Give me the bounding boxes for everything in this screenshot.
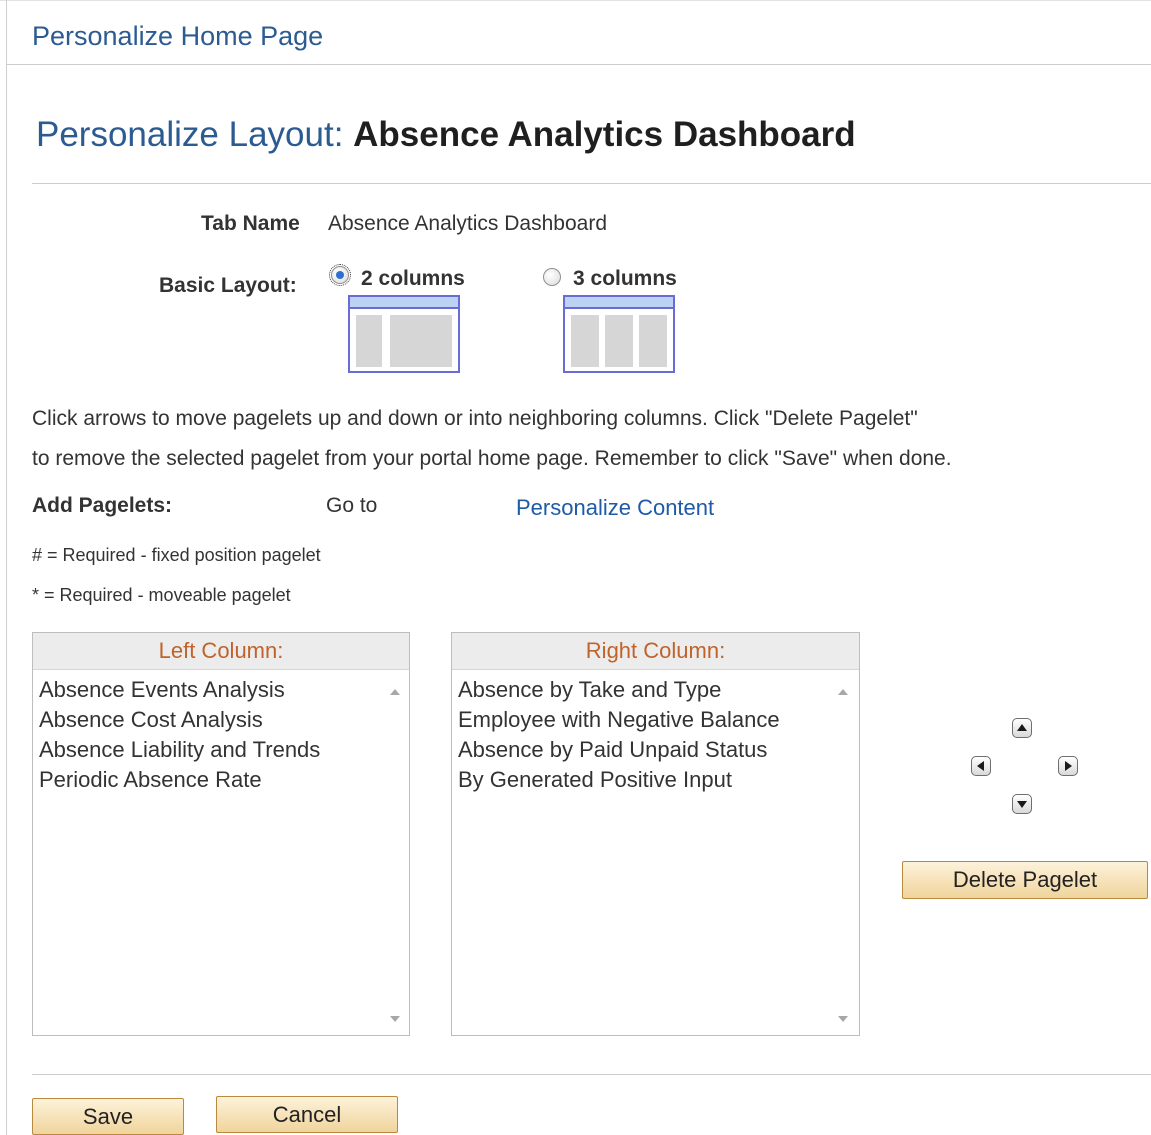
thumbnail-header-bar [565,297,673,309]
arrow-up-icon [1017,724,1027,731]
title-divider [32,183,1151,184]
left-border [6,0,7,1135]
move-left-button[interactable] [971,756,991,776]
thumbnail-column [571,315,599,367]
layout-title-name: Absence Analytics Dashboard [353,115,856,154]
right-column-list[interactable]: Absence by Take and Type Employee with N… [458,675,780,795]
legend-fixed: # = Required - fixed position pagelet [32,545,321,565]
go-to-text: Go to [326,494,378,517]
left-column-box: Left Column: Absence Events Analysis Abs… [32,632,410,1036]
scroll-up-arrow-icon[interactable] [838,689,848,695]
move-up-button[interactable] [1012,718,1032,738]
scroll-down-arrow-icon[interactable] [838,1016,848,1022]
radio-3-columns[interactable] [543,268,561,286]
layout-title-prefix: Personalize Layout: [36,115,344,154]
radio-selected-dot [336,271,344,279]
cancel-button[interactable]: Cancel [216,1096,398,1133]
thumbnail-header-bar [350,297,458,309]
move-right-button[interactable] [1058,756,1078,776]
radio-2-columns-label[interactable]: 2 columns [361,267,465,291]
list-item[interactable]: Employee with Negative Balance [458,705,780,735]
list-item[interactable]: Absence Liability and Trends [39,735,320,765]
delete-pagelet-button[interactable]: Delete Pagelet [902,861,1148,899]
left-column-list[interactable]: Absence Events Analysis Absence Cost Ana… [39,675,320,795]
page-header-title: Personalize Home Page [32,21,324,51]
list-item[interactable]: Absence Cost Analysis [39,705,320,735]
tab-name-value: Absence Analytics Dashboard [328,212,607,235]
move-down-button[interactable] [1012,794,1032,814]
list-item[interactable]: Absence Events Analysis [39,675,320,705]
radio-3-columns-label[interactable]: 3 columns [573,267,677,291]
scroll-down-arrow-icon[interactable] [390,1016,400,1022]
arrow-left-icon [977,761,984,771]
arrow-down-icon [1017,801,1027,808]
top-border [0,0,1151,1]
legend-moveable: * = Required - moveable pagelet [32,585,291,605]
right-column-box: Right Column: Absence by Take and Type E… [451,632,860,1036]
basic-layout-label: Basic Layout: [159,274,297,297]
right-column-header: Right Column: [452,633,859,670]
list-item[interactable]: Absence by Take and Type [458,675,780,705]
instructions-line-2: to remove the selected pagelet from your… [32,447,952,470]
thumbnail-column [390,315,452,367]
radio-2-columns[interactable] [329,264,351,286]
thumbnail-column [605,315,633,367]
left-column-header: Left Column: [33,633,409,670]
list-item[interactable]: By Generated Positive Input [458,765,780,795]
arrow-right-icon [1065,761,1072,771]
two-column-layout-thumbnail[interactable] [348,295,460,373]
scroll-up-arrow-icon[interactable] [390,689,400,695]
thumbnail-column [356,315,382,367]
save-button[interactable]: Save [32,1098,184,1135]
header-divider [7,64,1151,65]
layout-title: Personalize Layout: Absence Analytics Da… [36,115,856,155]
three-column-layout-thumbnail[interactable] [563,295,675,373]
list-item[interactable]: Periodic Absence Rate [39,765,320,795]
thumbnail-column [639,315,667,367]
instructions-line-1: Click arrows to move pagelets up and dow… [32,407,918,430]
add-pagelets-label: Add Pagelets: [32,494,173,517]
tab-name-label: Tab Name [201,212,300,235]
footer-divider [32,1074,1151,1075]
personalize-content-link[interactable]: Personalize Content [516,495,714,521]
list-item[interactable]: Absence by Paid Unpaid Status [458,735,780,765]
